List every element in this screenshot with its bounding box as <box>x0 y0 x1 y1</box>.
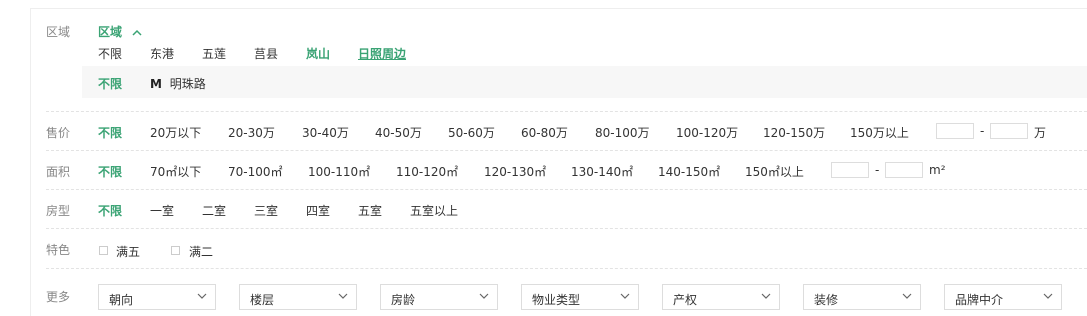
row-divider <box>46 228 1087 229</box>
orientation-dropdown[interactable]: 朝向 <box>98 284 216 310</box>
price-option[interactable]: 20万以下 <box>150 124 201 141</box>
feature-checkbox-man-wu[interactable] <box>99 246 108 255</box>
area-min-input[interactable] <box>831 162 869 178</box>
chevron-down-icon <box>197 293 207 299</box>
chevron-down-icon <box>479 293 489 299</box>
district-option-unlimited[interactable]: 不限 <box>98 45 122 62</box>
layout-option[interactable]: 四室 <box>306 202 330 219</box>
dropdown-label: 房龄 <box>391 293 416 307</box>
decoration-dropdown[interactable]: 装修 <box>803 284 921 310</box>
price-max-input[interactable] <box>990 123 1028 139</box>
region-toggle-label: 区域 <box>98 25 123 39</box>
layout-option[interactable]: 三室 <box>254 202 278 219</box>
building-age-dropdown[interactable]: 房龄 <box>380 284 498 310</box>
dropdown-label: 产权 <box>673 293 698 307</box>
price-option[interactable]: 120-150万 <box>763 124 825 141</box>
chevron-down-icon <box>1043 293 1053 299</box>
ownership-dropdown[interactable]: 产权 <box>662 284 780 310</box>
layout-option-unlimited[interactable]: 不限 <box>98 202 122 219</box>
district-option-lanshan[interactable]: 岚山 <box>306 45 330 62</box>
feature-label-man-er[interactable]: 满二 <box>189 243 213 260</box>
price-unit: 万 <box>1034 126 1047 140</box>
metro-icon: M <box>150 77 162 91</box>
floor-dropdown[interactable]: 楼层 <box>239 284 357 310</box>
filter-panel <box>30 8 1087 316</box>
price-option-unlimited[interactable]: 不限 <box>98 124 122 141</box>
chevron-up-icon <box>132 29 142 36</box>
row-divider <box>46 150 1087 151</box>
area-option-unlimited[interactable]: 不限 <box>98 163 122 180</box>
district-option-rizhao-surroundings[interactable]: 日照周边 <box>358 45 406 62</box>
price-option[interactable]: 80-100万 <box>595 124 650 141</box>
feature-checkbox-man-er[interactable] <box>171 246 180 255</box>
chevron-down-icon <box>902 293 912 299</box>
price-option[interactable]: 50-60万 <box>448 124 495 141</box>
region-toggle[interactable]: 区域 <box>98 23 142 40</box>
row-divider <box>46 111 1087 112</box>
area-option[interactable]: 70-100㎡ <box>228 163 283 180</box>
area-option[interactable]: 140-150㎡ <box>658 163 720 180</box>
area-range-separator: - <box>875 163 880 177</box>
layout-option[interactable]: 二室 <box>202 202 226 219</box>
layout-option[interactable]: 五室 <box>358 202 382 219</box>
district-option-juxian[interactable]: 莒县 <box>254 45 278 62</box>
area-row-label: 面积 <box>46 165 71 179</box>
metro-station-option[interactable]: M 明珠路 <box>150 75 206 92</box>
chevron-down-icon <box>338 293 348 299</box>
price-option[interactable]: 40-50万 <box>375 124 422 141</box>
area-max-input[interactable] <box>885 162 923 178</box>
price-option[interactable]: 30-40万 <box>302 124 349 141</box>
metro-station-label: 明珠路 <box>169 77 206 91</box>
price-range-separator: - <box>980 124 985 138</box>
dropdown-label: 楼层 <box>250 293 275 307</box>
row-divider <box>46 189 1087 190</box>
area-unit: m² <box>929 163 946 177</box>
district-option-wulian[interactable]: 五莲 <box>202 45 226 62</box>
layout-option[interactable]: 五室以上 <box>410 202 458 219</box>
dropdown-label: 品牌中介 <box>955 293 1004 307</box>
area-option[interactable]: 70㎡以下 <box>150 163 201 180</box>
price-min-input[interactable] <box>936 123 974 139</box>
row-divider <box>46 268 1087 269</box>
brand-agency-dropdown[interactable]: 品牌中介 <box>944 284 1062 310</box>
layout-row-label: 房型 <box>46 204 71 218</box>
chevron-down-icon <box>761 293 771 299</box>
features-row-label: 特色 <box>46 243 71 257</box>
dropdown-label: 物业类型 <box>532 293 581 307</box>
area-option[interactable]: 130-140㎡ <box>571 163 633 180</box>
more-row-label: 更多 <box>46 290 71 304</box>
subregion-option-unlimited[interactable]: 不限 <box>98 75 122 92</box>
region-row-label: 区域 <box>46 25 71 39</box>
district-option-donggang[interactable]: 东港 <box>150 45 174 62</box>
price-option[interactable]: 100-120万 <box>676 124 738 141</box>
price-option[interactable]: 60-80万 <box>521 124 568 141</box>
area-option[interactable]: 100-110㎡ <box>308 163 370 180</box>
area-option[interactable]: 110-120㎡ <box>396 163 458 180</box>
area-option[interactable]: 150㎡以上 <box>745 163 804 180</box>
price-option[interactable]: 20-30万 <box>228 124 275 141</box>
price-option[interactable]: 150万以上 <box>850 124 909 141</box>
feature-label-man-wu[interactable]: 满五 <box>116 243 140 260</box>
property-type-dropdown[interactable]: 物业类型 <box>521 284 639 310</box>
price-row-label: 售价 <box>46 126 71 140</box>
layout-option[interactable]: 一室 <box>150 202 174 219</box>
area-option[interactable]: 120-130㎡ <box>484 163 546 180</box>
dropdown-label: 装修 <box>814 293 839 307</box>
dropdown-label: 朝向 <box>109 293 134 307</box>
subregion-panel <box>82 66 1087 98</box>
chevron-down-icon <box>620 293 630 299</box>
